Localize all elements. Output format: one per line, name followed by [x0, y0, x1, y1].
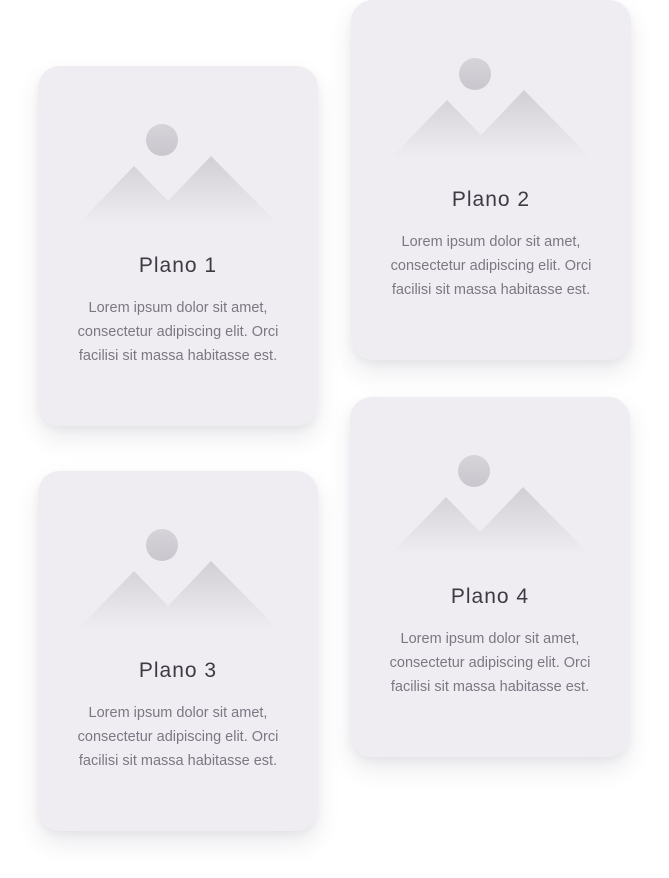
image-placeholder-icon: [78, 521, 278, 631]
card-title: Plano 1: [138, 254, 218, 277]
card-description: Lorem ipsum dolor sit amet, consectetur …: [77, 300, 279, 364]
image-placeholder-icon: [391, 50, 591, 160]
card-description: Lorem ipsum dolor sit amet, consectetur …: [77, 705, 279, 769]
image-placeholder-icon: [78, 116, 278, 226]
plan-card-3[interactable]: Plano 3 Lorem ipsum dolor sit amet, cons…: [38, 471, 318, 831]
plan-card-2[interactable]: Plano 2 Lorem ipsum dolor sit amet, cons…: [351, 0, 631, 360]
plan-card-1[interactable]: Plano 1 Lorem ipsum dolor sit amet, cons…: [38, 66, 318, 426]
card-description: Lorem ipsum dolor sit amet, consectetur …: [389, 631, 591, 695]
card-description: Lorem ipsum dolor sit amet, consectetur …: [390, 234, 592, 298]
card-title: Plano 4: [450, 585, 530, 608]
card-title: Plano 2: [451, 188, 531, 211]
plan-card-4[interactable]: Plano 4 Lorem ipsum dolor sit amet, cons…: [350, 397, 630, 757]
image-placeholder-icon: [390, 447, 590, 557]
card-title: Plano 3: [138, 659, 218, 682]
